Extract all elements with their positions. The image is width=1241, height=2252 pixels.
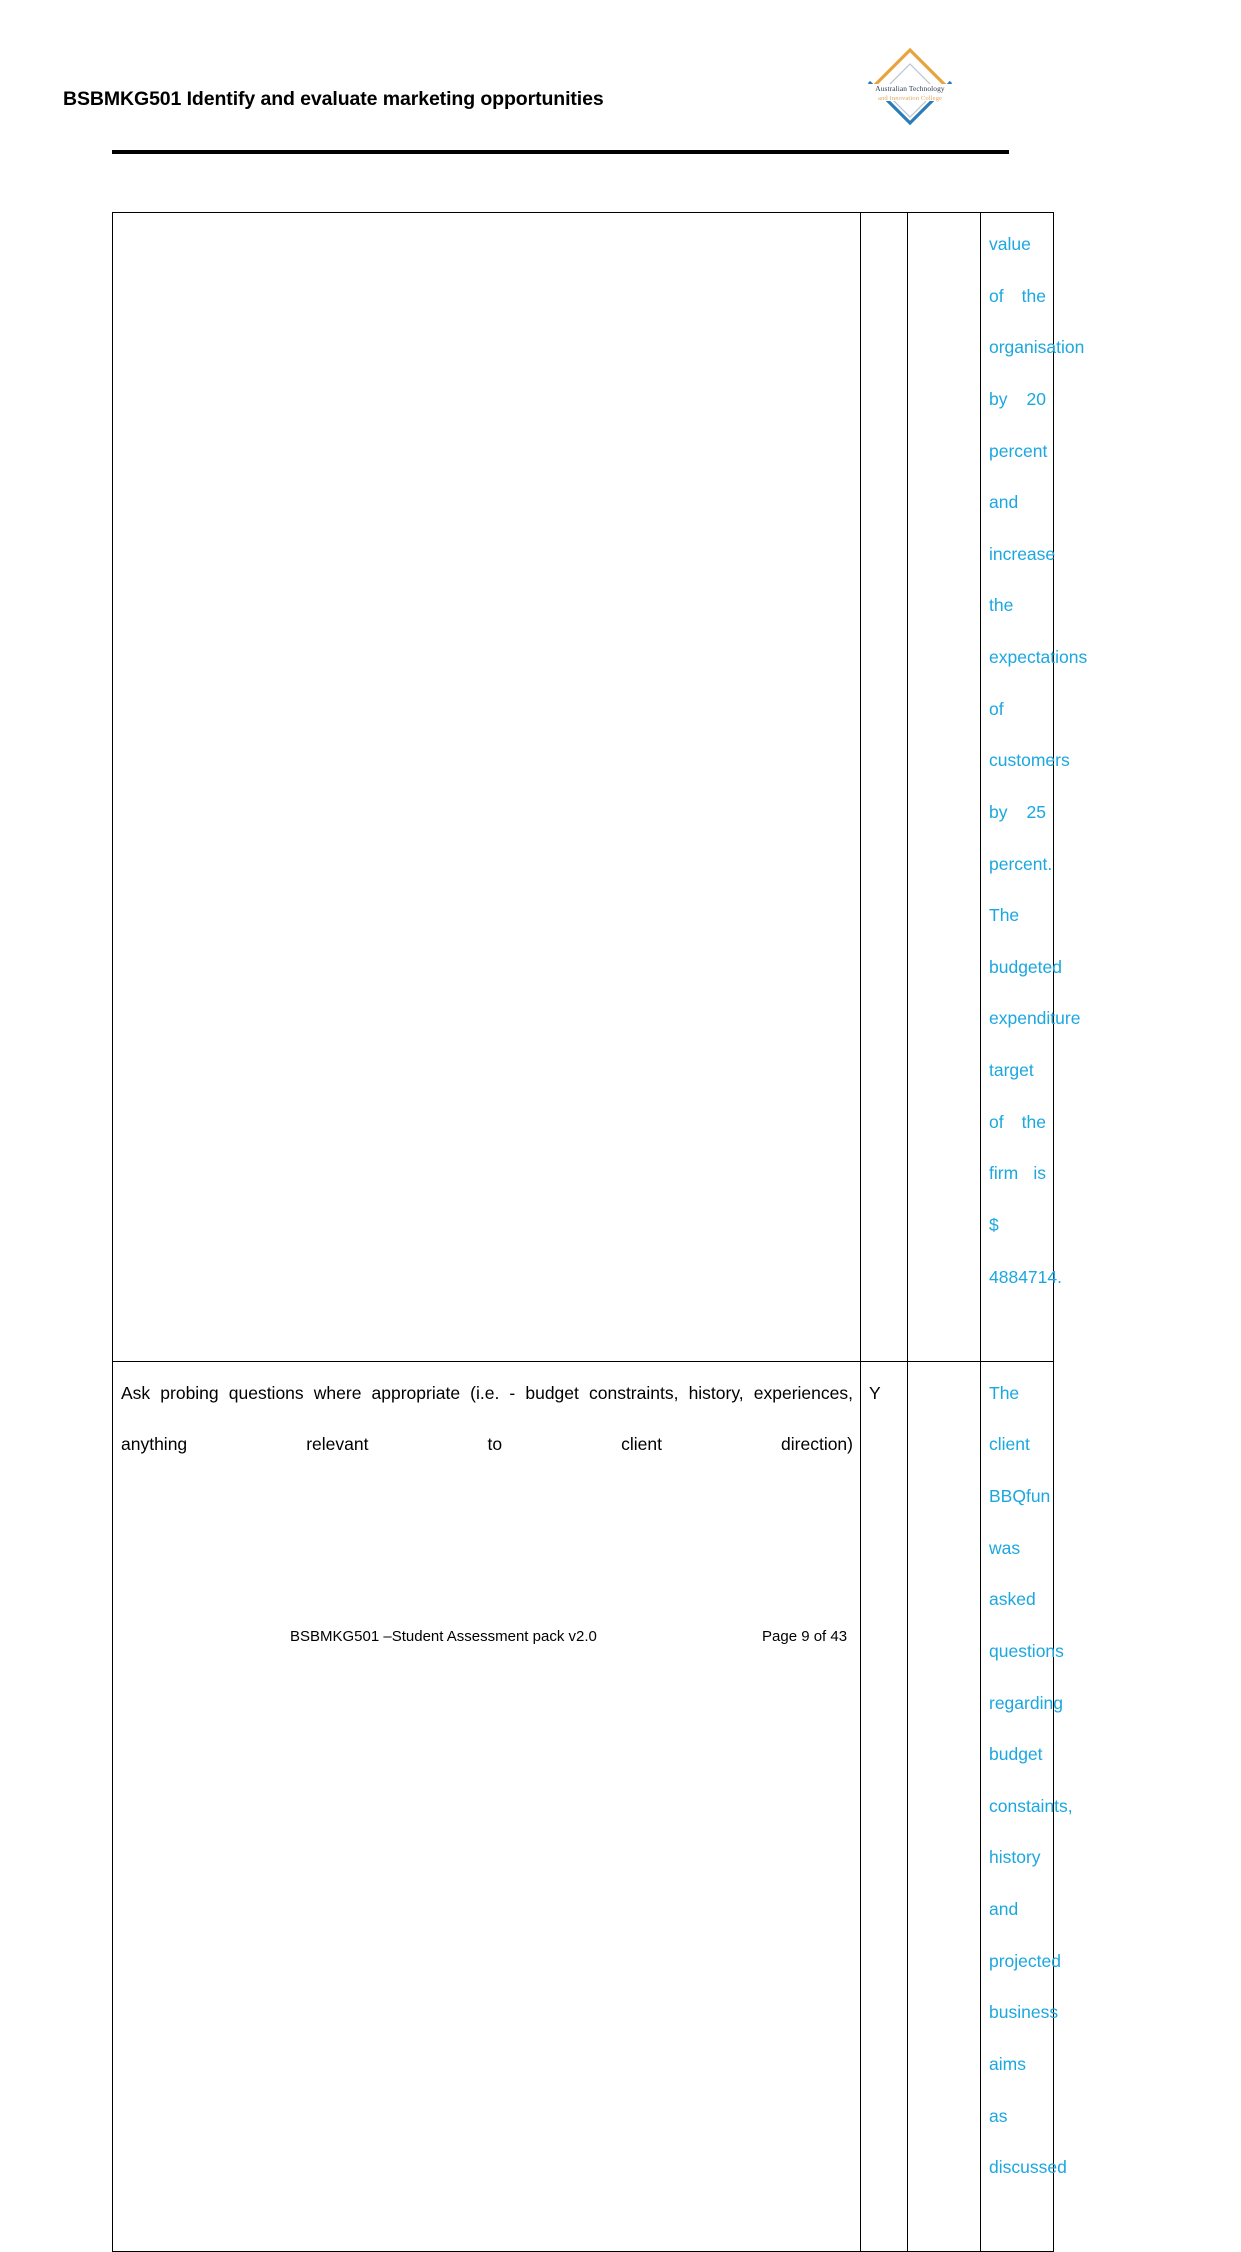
cell-criteria [112, 212, 861, 1362]
footer-page-number: Page 9 of 43 [762, 1628, 848, 1645]
table-row: value of the organisation by 20 percent … [112, 212, 1088, 1362]
cell-criteria: Ask probing questions where appropriate … [112, 1360, 861, 2252]
comment-text: value of the organisation by 20 percent … [989, 234, 1088, 1287]
cell-yes-no[interactable] [860, 212, 908, 1362]
logo-line-2: and Innovation College [878, 95, 942, 102]
cell-blank[interactable] [907, 212, 981, 1362]
page-footer: BSBMKG501 –Student Assessment pack v2.0 … [0, 1628, 1241, 1668]
header-divider-rule [112, 150, 1009, 154]
yes-no-value: Y [869, 1382, 881, 1403]
college-logo: Australian Technology and Innovation Col… [855, 44, 965, 128]
cell-comment[interactable]: value of the organisation by 20 percent … [980, 212, 1088, 1362]
page-header: BSBMKG501 Identify and evaluate marketin… [0, 0, 1241, 170]
criteria-text: Ask probing questions where appropriate … [121, 1382, 853, 1455]
logo-line-1: Australian Technology [875, 84, 945, 93]
footer-document-label: BSBMKG501 –Student Assessment pack v2.0 [290, 1628, 597, 1645]
comment-text: The client BBQfun was asked questions re… [989, 1382, 1073, 2178]
cell-yes-no[interactable]: Y [860, 1360, 908, 2252]
page-title: BSBMKG501 Identify and evaluate marketin… [63, 88, 604, 110]
cell-comment[interactable]: The client BBQfun was asked questions re… [980, 1360, 1073, 2252]
table-row: Ask probing questions where appropriate … [112, 1360, 1073, 2252]
criteria-text [121, 219, 853, 271]
assessment-criteria-table: value of the organisation by 20 percent … [112, 212, 1088, 2252]
cell-blank[interactable] [907, 1360, 981, 2252]
